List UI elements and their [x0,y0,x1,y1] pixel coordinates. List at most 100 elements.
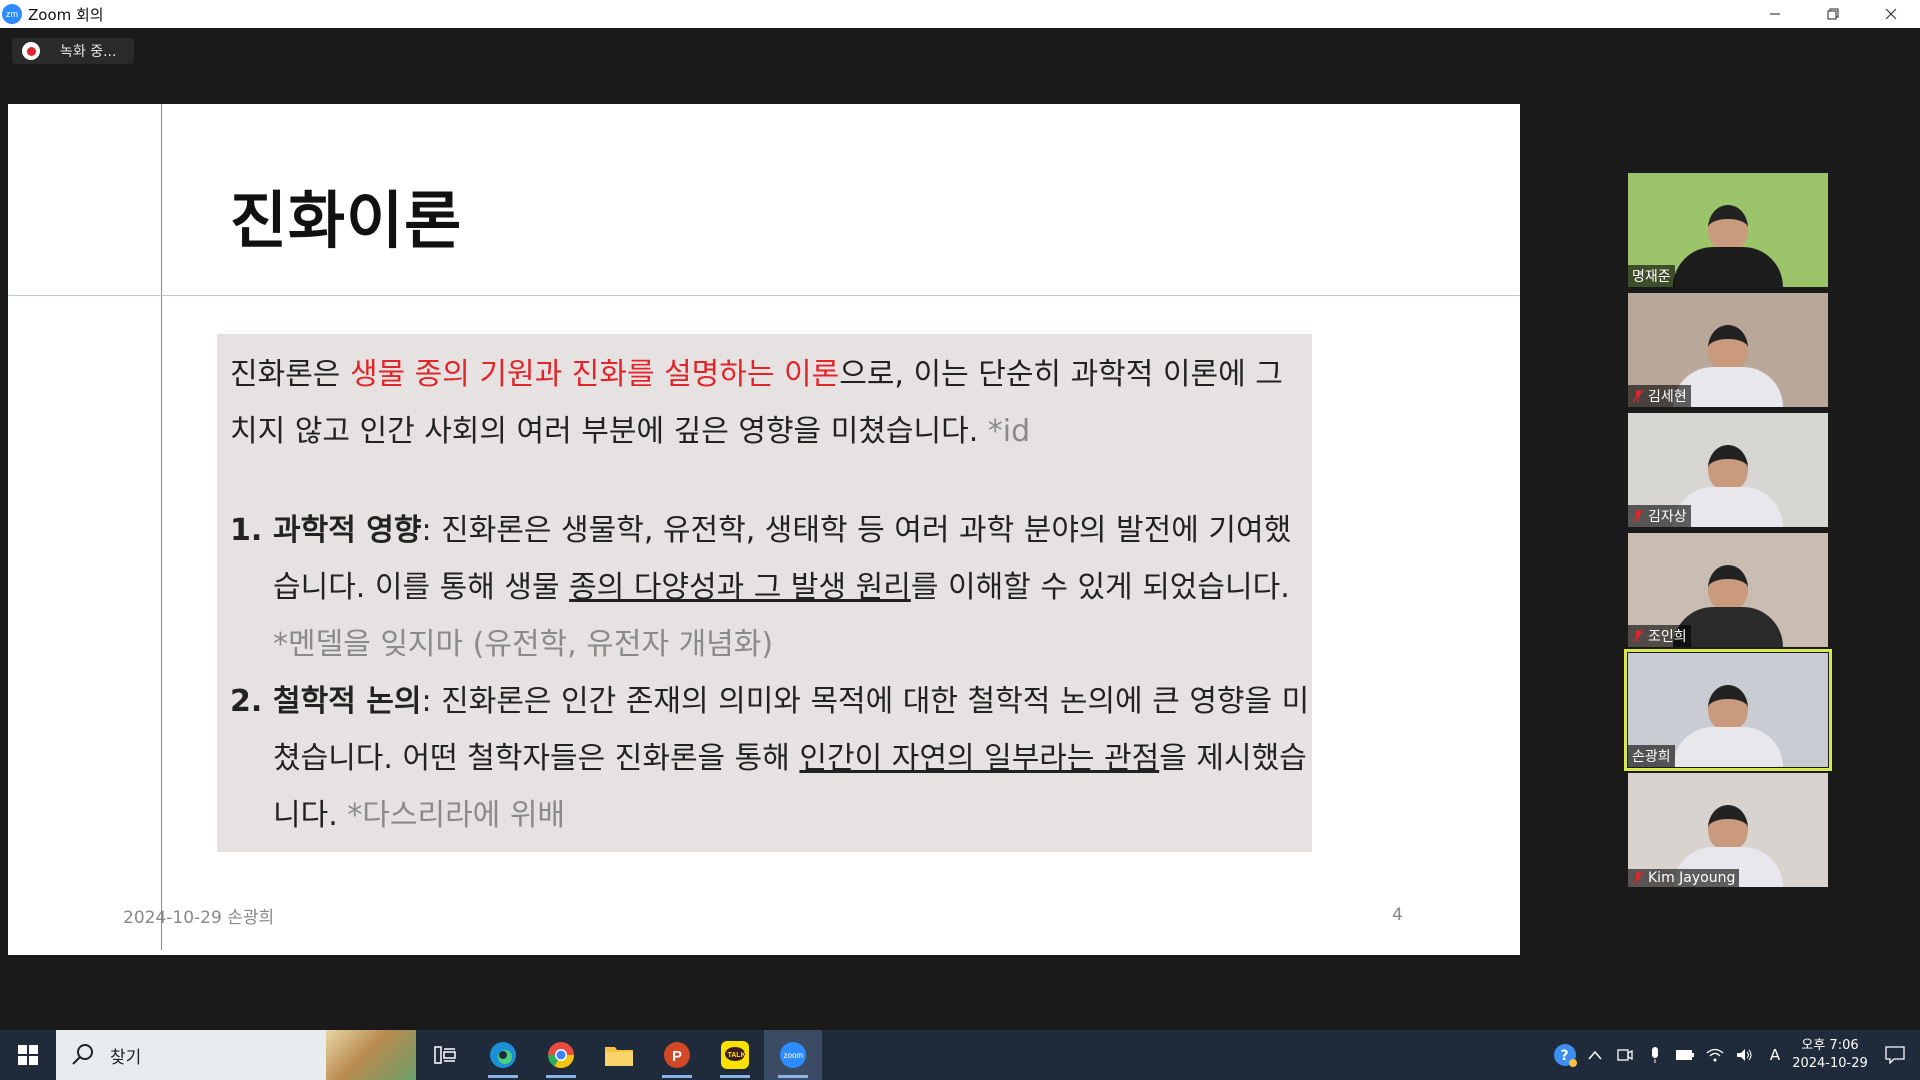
kakaotalk-icon: TALK [721,1041,749,1069]
volume-tray-button[interactable] [1730,1030,1760,1080]
close-icon [1885,8,1897,20]
windows-logo-icon [18,1045,38,1065]
slide-title: 진화이론 [230,184,463,257]
shared-slide: 진화이론 진화론은 생물 종의 기원과 진화를 설명하는 이론으로, 이는 단순… [8,104,1520,955]
start-button[interactable] [0,1030,56,1080]
taskbar-clock[interactable]: 오후 7:06 2024-10-29 [1790,1037,1870,1073]
powerpoint-taskbar-button[interactable]: P [648,1030,706,1080]
battery-icon [1676,1050,1694,1060]
list-item-text: 를 이해할 수 있게 되었습니다. [910,570,1290,605]
svg-text:P: P [672,1048,682,1065]
list-item-note: *멘델을 잊지마 (유전학, 유전자 개념화) [273,627,774,662]
list-item-number: 1. [230,513,263,548]
participant-gallery: 명재준김세현김자상조인희손광희 Kim Jayoung [1624,173,1832,893]
intro-highlight: 생물 종의 기원과 진화를 설명하는 이론 [349,357,840,392]
muted-microphone-icon [1632,629,1644,643]
help-tray-button[interactable]: ? [1550,1030,1580,1080]
chrome-taskbar-button[interactable] [532,1030,590,1080]
zoom-icon: zoom [780,1042,806,1068]
microphone-tray-button[interactable] [1640,1030,1670,1080]
minimize-button[interactable] [1746,0,1804,28]
edge-icon [490,1042,516,1068]
svg-text:TALK: TALK [728,1052,746,1059]
participant-name: 김세현 [1648,389,1687,405]
help-icon: ? [1554,1044,1577,1067]
participant-tile[interactable]: 김세현 [1628,293,1828,407]
window-title-bar: zm Zoom 회의 [0,0,1920,28]
meet-now-tray-button[interactable] [1610,1030,1640,1080]
chrome-icon [547,1042,575,1069]
network-tray-button[interactable] [1700,1030,1730,1080]
participant-name: 손광희 [1632,749,1671,765]
muted-microphone-icon [1632,389,1644,403]
restore-icon [1827,8,1839,20]
list-item-term: 과학적 영향 [273,513,422,548]
zoom-app-icon: zm [2,4,22,24]
participant-name-tag: 김세현 [1628,385,1691,407]
notification-center-button[interactable] [1870,1030,1920,1080]
close-button[interactable] [1862,0,1920,28]
slide-vertical-rule [161,104,162,950]
list-item: 2. 철학적 논의: 진화론은 인간 존재의 의미와 목적에 대한 철학적 논의에… [230,673,1310,844]
edge-taskbar-button[interactable] [474,1030,532,1080]
list-item-number: 2. [230,684,263,719]
task-view-button[interactable] [416,1030,474,1080]
participant-tile[interactable]: Kim Jayoung [1628,773,1828,887]
slide-horizontal-rule [8,295,1520,296]
list-item-underlined: 종의 다양성과 그 발생 원리 [569,570,911,605]
intro-note: *id [987,414,1031,449]
record-dot-icon [22,42,40,60]
list-item: 1. 과학적 영향: 진화론은 생물학, 유전학, 생태학 등 여러 과학 분야의… [230,502,1310,673]
recording-indicator[interactable]: 녹화 중... [12,38,135,64]
powerpoint-icon: P [664,1042,690,1068]
notification-icon [1885,1046,1905,1064]
list-item-note: *다스리라에 위배 [347,798,566,833]
minimize-icon [1770,13,1780,15]
search-label: 찾기 [110,1047,142,1068]
ime-indicator[interactable]: A [1760,1030,1790,1080]
intro-text-pre: 진화론은 [230,357,350,392]
list-item-term: 철학적 논의 [273,684,422,719]
participant-name-tag: 조인희 [1628,625,1691,647]
system-tray: ? A 오후 7:06 2024-10-29 [1550,1030,1920,1080]
task-view-icon [434,1046,456,1064]
participant-name: 조인희 [1648,629,1687,645]
participant-name: 김자상 [1648,509,1687,525]
kakaotalk-taskbar-button[interactable]: TALK [706,1030,764,1080]
zoom-taskbar-button[interactable]: zoom [764,1030,822,1080]
taskbar-search-box[interactable]: 찾기 [56,1030,416,1080]
folder-icon [605,1047,633,1066]
participant-name: 명재준 [1632,269,1671,285]
slide-intro-paragraph: 진화론은 생물 종의 기원과 진화를 설명하는 이론으로, 이는 단순히 과학적… [230,346,1308,460]
participant-tile[interactable]: 손광희 [1624,649,1832,771]
window-controls [1746,0,1920,28]
chevron-up-icon [1588,1050,1602,1060]
slide-numbered-list: 1. 과학적 영향: 진화론은 생물학, 유전학, 생태학 등 여러 과학 분야의… [230,502,1310,844]
clock-time: 오후 7:06 [1801,1038,1859,1053]
window-title: Zoom 회의 [28,5,104,24]
participant-name-tag: 손광희 [1628,745,1675,767]
participant-name-tag: 김자상 [1628,505,1691,527]
windows-taskbar: 찾기 P TALK zoom ? A 오후 7:06 2024-10-29 [0,1030,1920,1080]
wifi-icon [1706,1048,1724,1062]
participant-video [1673,685,1783,767]
restore-button[interactable] [1804,0,1862,28]
microphone-icon [1652,1047,1658,1063]
participant-tile[interactable]: 김자상 [1628,413,1828,527]
participant-name-tag: Kim Jayoung [1628,869,1740,887]
file-explorer-taskbar-button[interactable] [590,1030,648,1080]
slide-page-number: 4 [1392,905,1403,925]
participant-tile[interactable]: 조인희 [1628,533,1828,647]
show-hidden-icons-button[interactable] [1580,1030,1610,1080]
battery-tray-button[interactable] [1670,1030,1700,1080]
speaker-icon [1737,1049,1752,1061]
camera-icon [1617,1049,1633,1061]
svg-text:?: ? [1561,1048,1569,1064]
clock-date: 2024-10-29 [1792,1056,1868,1071]
participant-name: Kim Jayoung [1648,870,1736,886]
muted-microphone-icon [1632,871,1644,885]
participant-name-tag: 명재준 [1628,265,1675,287]
participant-tile[interactable]: 명재준 [1628,173,1828,287]
recording-label: 녹화 중... [60,44,117,60]
slide-footer-date: 2024-10-29 손광희 [123,908,275,928]
